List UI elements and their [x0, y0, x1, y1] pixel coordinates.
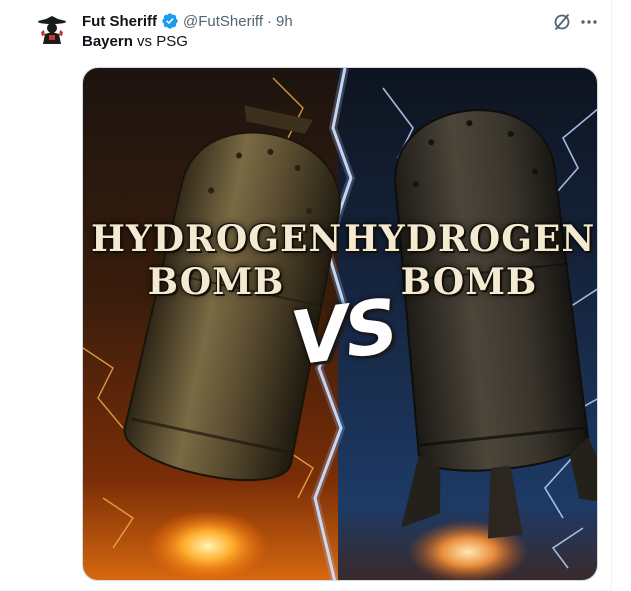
grok-icon — [554, 14, 570, 30]
verified-badge-icon — [161, 12, 179, 30]
more-options-icon — [581, 20, 597, 24]
tweet-text: Bayern vs PSG — [82, 33, 188, 50]
tweet-header: Fut Sheriff @FutSheriff · 9h — [82, 10, 293, 32]
tweet-text-rest: vs PSG — [132, 33, 188, 50]
avatar[interactable] — [32, 10, 72, 50]
sheriff-logo-icon — [33, 11, 71, 49]
tweet-image[interactable]: HYDROGEN BOMB HYDROGEN BOMB VS — [82, 67, 598, 581]
right-label-line1: HYDROGEN — [344, 218, 596, 260]
left-bomb-label: HYDROGEN BOMB — [91, 218, 341, 304]
versus-text: VS — [286, 283, 400, 383]
separator-dot: · — [266, 12, 272, 30]
display-name[interactable]: Fut Sheriff — [82, 13, 157, 30]
tweet-text-bold: Bayern — [82, 33, 133, 50]
handle[interactable]: @FutSheriff — [183, 13, 263, 30]
more-options-button[interactable] — [578, 11, 600, 33]
grok-button[interactable] — [551, 11, 573, 33]
column-divider — [611, 0, 612, 591]
tweet-card[interactable]: Fut Sheriff @FutSheriff · 9h Bayern vs P… — [0, 0, 631, 591]
left-label-line1: HYDROGEN — [91, 218, 343, 260]
timestamp[interactable]: 9h — [276, 13, 293, 30]
